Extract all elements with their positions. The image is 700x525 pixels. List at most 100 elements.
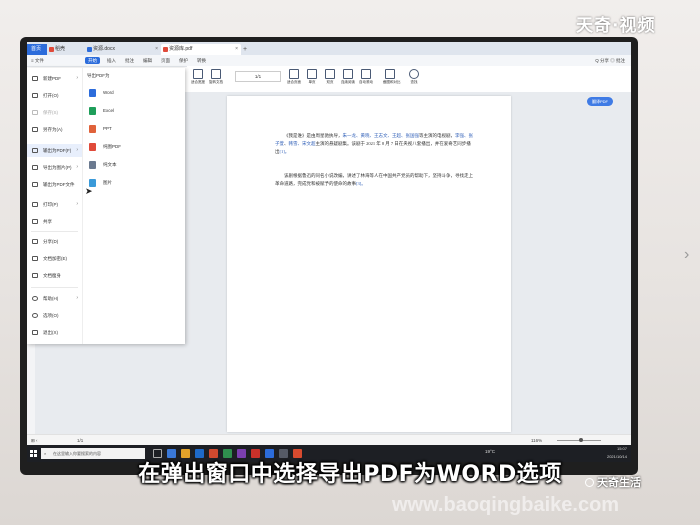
chevron-right-icon: › xyxy=(76,201,78,207)
export-excel-option[interactable]: Excel xyxy=(85,102,181,120)
menu-edit[interactable]: 编辑 xyxy=(143,55,152,66)
mouse-pointer-icon: ➤ xyxy=(85,186,93,196)
ppt-icon xyxy=(89,125,96,133)
new-file-icon xyxy=(32,76,38,81)
new-tab-button[interactable]: + xyxy=(243,44,247,55)
menu-options[interactable]: 选项(O) xyxy=(27,309,82,322)
rotate-button[interactable]: 旋转文档 xyxy=(209,69,223,85)
find-button[interactable]: 查找 xyxy=(407,69,421,85)
save-icon xyxy=(32,110,38,115)
menu-convert[interactable]: 转换 xyxy=(197,55,206,66)
menu-label: 打印(P) xyxy=(43,202,58,207)
footnote-link[interactable]: [1]。 xyxy=(280,149,290,154)
export-word-option[interactable]: Word xyxy=(85,84,181,102)
lock-icon xyxy=(32,256,38,261)
menu-new-pdf[interactable]: 新建PDF › xyxy=(27,72,82,85)
export-image-pdf-option[interactable]: 纯图PDF xyxy=(85,138,181,156)
menu-label: 输出为PDF文件 xyxy=(43,182,75,187)
screenshot-button[interactable]: 截图和对比 xyxy=(383,69,401,85)
menu-label: 导出为图片(P) xyxy=(43,165,72,170)
text-file-icon xyxy=(89,161,96,169)
exit-icon xyxy=(32,330,38,335)
next-chevron-icon[interactable]: › xyxy=(684,246,689,264)
brand-logo-bottom: 天奇生活 xyxy=(585,474,641,490)
link-text[interactable]: 韩雪、宋文超 xyxy=(289,141,316,146)
chevron-right-icon: › xyxy=(76,295,78,301)
tab-docx[interactable]: 资源.docx × xyxy=(85,44,161,55)
weather-text[interactable]: 19°C xyxy=(485,449,495,454)
menu-page[interactable]: 页面 xyxy=(161,55,170,66)
menu-share-doc[interactable]: 共享 xyxy=(27,215,82,228)
link-text[interactable]: 朱一龙、黄晓、王志文、王超、张国强 xyxy=(343,133,420,138)
menu-save[interactable]: 保存(S) xyxy=(27,106,82,119)
footnote-link[interactable]: [3]。 xyxy=(356,181,366,186)
screenshot-icon xyxy=(385,69,395,79)
tab-home-label: 首页 xyxy=(31,46,42,52)
menu-save-as[interactable]: 另存为(A) xyxy=(27,123,82,136)
send-icon xyxy=(32,239,38,244)
double-page-icon xyxy=(325,69,335,79)
translate-pdf-button[interactable]: 翻译PDF xyxy=(587,97,613,106)
image-pdf-icon xyxy=(89,143,96,151)
folder-icon xyxy=(32,93,38,98)
share-links[interactable]: Q 分享 ◎ 批注 xyxy=(595,55,625,66)
submenu-title: 导出PDF为 xyxy=(87,73,110,78)
pdf-icon xyxy=(163,47,168,52)
menu-comment[interactable]: 批注 xyxy=(125,55,134,66)
button-label: 单页 xyxy=(308,80,316,84)
page-number-input[interactable]: 1/1 xyxy=(235,71,281,82)
tab-daoke[interactable]: 稻壳 xyxy=(47,44,85,55)
fit-page-button[interactable]: 适合页面 xyxy=(287,69,301,85)
export-icon xyxy=(32,148,38,153)
menu-print[interactable]: 打印(P) › xyxy=(27,198,82,211)
close-tab-icon[interactable]: × xyxy=(155,44,158,55)
menu-label: 共享 xyxy=(43,219,52,224)
tab-pdf[interactable]: 资源库.pdf × xyxy=(161,44,241,55)
menu-output-pdf[interactable]: 输出为PDF文件 xyxy=(27,178,82,191)
option-label: 图片 xyxy=(103,180,112,185)
single-page-button[interactable]: 单页 xyxy=(305,69,319,85)
zoom-slider-handle[interactable] xyxy=(579,438,583,442)
option-label: 纯文本 xyxy=(103,162,117,167)
menu-file-label: 文件 xyxy=(34,58,44,63)
menu-share[interactable]: 分享(D) xyxy=(27,235,82,248)
pdf-page: 《我是谁》是由周星驰执导，朱一龙、黄晓、王志文、王超、张国强等主演的电视剧，李强… xyxy=(227,96,511,432)
menu-export-image[interactable]: 导出为图片(P) › xyxy=(27,161,82,174)
menu-protect[interactable]: 保护 xyxy=(179,55,188,66)
menu-exit[interactable]: 退出(X) xyxy=(27,326,82,339)
file-menu-list: 新建PDF › 打开(O) 保存(S) 另存为(A) 输出为PDF(F) › 导出为… xyxy=(27,68,83,344)
menu-label: 输出为PDF(F) xyxy=(43,148,72,153)
tab-home[interactable]: 首页 xyxy=(27,44,47,55)
option-label: Word xyxy=(103,90,114,95)
word-doc-icon xyxy=(87,47,92,52)
menu-file[interactable]: ≡ 文件 xyxy=(31,55,44,66)
menu-insert[interactable]: 插入 xyxy=(107,55,116,66)
save-as-icon xyxy=(32,127,38,132)
menu-encrypt[interactable]: 文档加密(E) xyxy=(27,252,82,265)
auto-scroll-button[interactable]: 自动滚动 xyxy=(359,69,373,85)
export-picture-option[interactable]: 图片 xyxy=(85,174,181,192)
menu-label: 文档瘦身 xyxy=(43,273,61,278)
menu-export-pdf[interactable]: 输出为PDF(F) › xyxy=(27,144,82,157)
menu-slim[interactable]: 文档瘦身 xyxy=(27,269,82,282)
menu-divider xyxy=(31,287,78,288)
export-text-option[interactable]: 纯文本 xyxy=(85,156,181,174)
tab-label: 稻壳 xyxy=(55,46,66,52)
menu-start[interactable]: 开始 xyxy=(85,57,100,64)
chevron-right-icon: › xyxy=(76,147,78,153)
close-tab-icon[interactable]: × xyxy=(235,44,238,55)
brand-logo-top: 天奇·视频 xyxy=(576,16,656,36)
menu-label: 分享(D) xyxy=(43,239,59,244)
menu-label: 选项(O) xyxy=(43,313,59,318)
excel-icon xyxy=(89,107,96,115)
menu-help[interactable]: 帮助(H) › xyxy=(27,292,82,305)
fit-width-icon xyxy=(193,69,203,79)
tab-label: 资源库.pdf xyxy=(169,46,193,52)
fit-width-button[interactable]: 适合宽度 xyxy=(191,69,205,85)
button-label: 旋转文档 xyxy=(209,80,223,84)
double-page-button[interactable]: 双页 xyxy=(323,69,337,85)
word-icon xyxy=(89,89,96,97)
export-ppt-option[interactable]: PPT xyxy=(85,120,181,138)
menu-open[interactable]: 打开(O) xyxy=(27,89,82,102)
continuous-read-button[interactable]: 连续阅读 xyxy=(341,69,355,85)
